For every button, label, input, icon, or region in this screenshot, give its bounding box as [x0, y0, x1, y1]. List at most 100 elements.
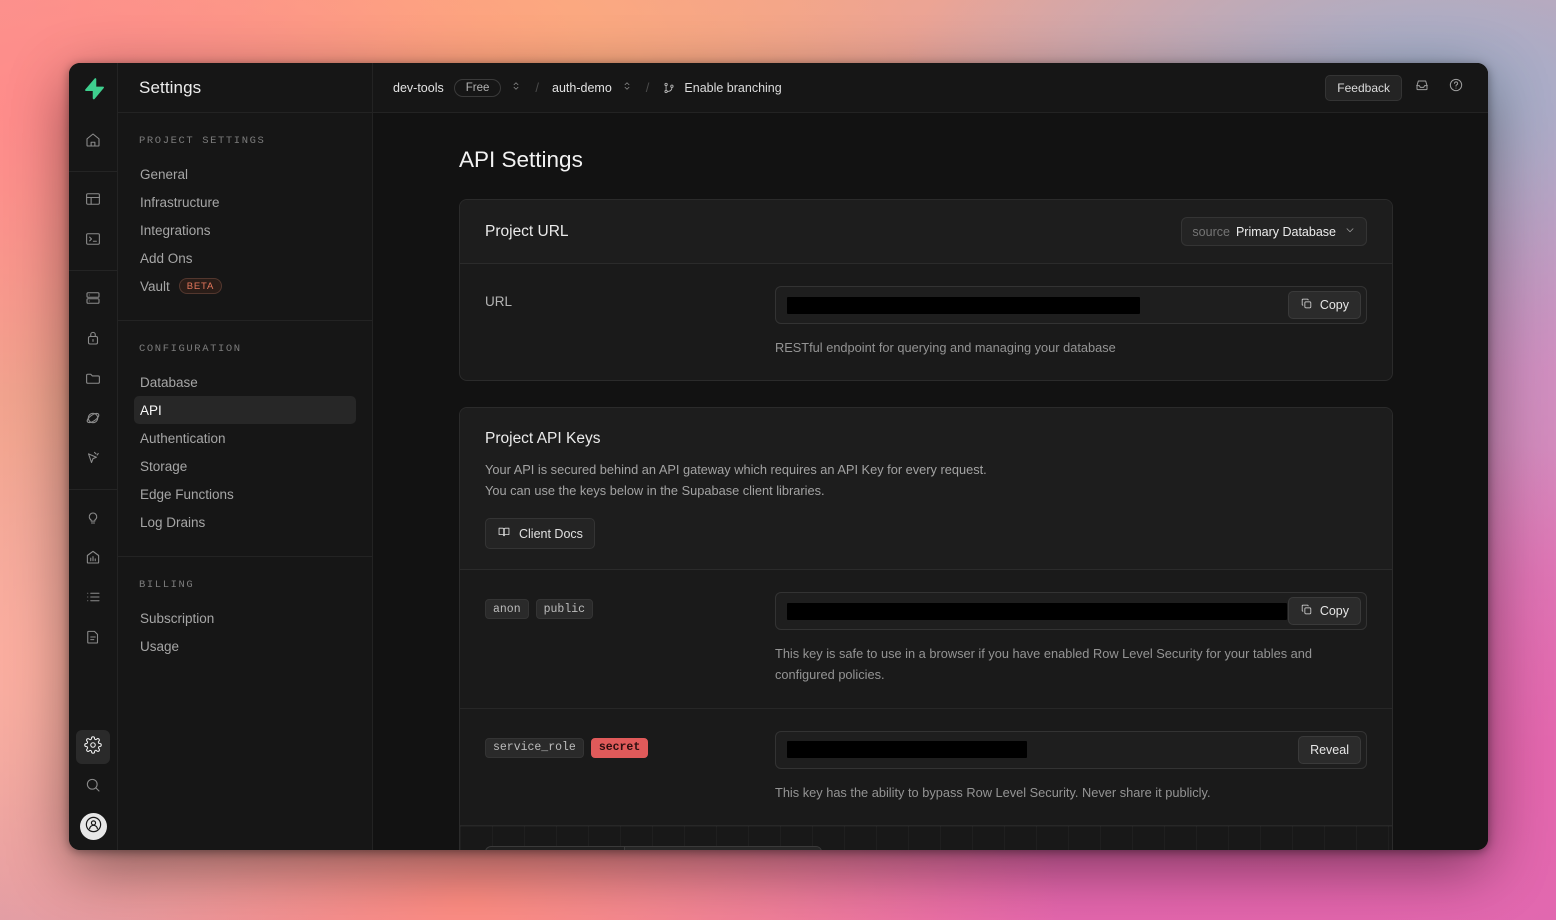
sidebar-item-log-drains[interactable]: Log Drains [134, 508, 356, 536]
sidebar-item-storage[interactable]: Storage [134, 452, 356, 480]
sidebar-item-label: Storage [140, 458, 188, 474]
tag-service-role: service_role [485, 737, 584, 758]
nav-section-billing: BILLING Subscription Usage [118, 556, 372, 680]
rail-reports[interactable] [76, 542, 110, 576]
table-editor-icon [84, 190, 102, 213]
anon-key-input[interactable]: Copy [775, 592, 1367, 631]
sidebar-item-infrastructure[interactable]: Infrastructure [134, 188, 356, 216]
copy-url-button[interactable]: Copy [1287, 291, 1361, 319]
sidebar-item-usage[interactable]: Usage [134, 632, 356, 660]
breadcrumb-separator-2: / [645, 80, 650, 95]
rail-settings[interactable] [76, 730, 110, 764]
rail-api-docs[interactable] [76, 622, 110, 656]
tag-secret: secret [590, 737, 649, 758]
tag-anon: anon [485, 599, 529, 620]
api-keys-description-line-1: Your API is secured behind an API gatewa… [485, 462, 987, 478]
advisors-lightbulb-icon [84, 508, 102, 531]
sidebar-item-integrations[interactable]: Integrations [134, 216, 356, 244]
plan-badge[interactable]: Free [453, 78, 502, 97]
rail-realtime[interactable] [76, 403, 110, 437]
enable-branching-button[interactable]: Enable branching [684, 81, 781, 95]
copy-icon [1300, 297, 1313, 313]
sidebar-item-label: Usage [140, 638, 180, 654]
copy-url-label: Copy [1319, 298, 1349, 312]
tag-group: service_role secret [485, 737, 775, 758]
client-docs-label: Client Docs [519, 526, 583, 541]
rail-advisors[interactable] [76, 502, 110, 536]
top-bar: dev-tools Free / auth-demo / Enable bran… [373, 63, 1488, 113]
app-window: Settings PROJECT SETTINGS General Infras… [69, 63, 1488, 850]
topbar-actions: Feedback [1325, 74, 1470, 102]
project-url-input[interactable]: Copy [775, 286, 1367, 324]
rail-authentication[interactable] [76, 323, 110, 357]
sidebar-item-authentication[interactable]: Authentication [134, 424, 356, 452]
reveal-service-role-label: Reveal [1310, 742, 1349, 757]
project-url-panel: Project URL source Primary Database URL [459, 199, 1393, 382]
rail-sql-editor[interactable] [76, 224, 110, 258]
service-role-key-row: service_role secret Reveal This key has … [460, 707, 1392, 825]
sidebar-item-label: Authentication [140, 430, 226, 446]
upcoming-change-chip-right: New API keys coming Q4 2024 [623, 846, 822, 850]
breadcrumb-organization[interactable]: dev-tools [393, 81, 444, 95]
project-url-row-body: Copy RESTful endpoint for querying and m… [775, 286, 1367, 358]
project-switcher[interactable] [621, 79, 633, 97]
copy-anon-key-button[interactable]: Copy [1287, 597, 1361, 626]
logs-list-icon [84, 588, 102, 611]
client-docs-button[interactable]: Client Docs [485, 518, 595, 550]
sidebar-item-subscription[interactable]: Subscription [134, 604, 356, 632]
rail-group-overview [69, 113, 117, 171]
project-url-helper: RESTful endpoint for querying and managi… [775, 340, 1116, 355]
url-label: URL [485, 294, 513, 309]
rail-logs[interactable] [76, 582, 110, 616]
page-title: API Settings [459, 147, 583, 172]
rail-edge-functions[interactable] [76, 443, 110, 477]
upcoming-change-chip: Upcoming change New API keys coming Q4 2… [485, 845, 823, 850]
source-select-label: source [1192, 224, 1230, 239]
nav-heading-configuration: CONFIGURATION [139, 343, 242, 355]
supabase-logo[interactable] [69, 63, 117, 113]
help-button[interactable] [1442, 74, 1470, 102]
api-keys-panel-header: Project API Keys Your API is secured beh… [460, 408, 1392, 571]
rail-storage[interactable] [76, 363, 110, 397]
reveal-service-role-button[interactable]: Reveal [1298, 735, 1361, 764]
sidebar-item-general[interactable]: General [134, 160, 356, 188]
sidebar-item-label: Infrastructure [140, 194, 220, 210]
sidebar-item-edge-functions[interactable]: Edge Functions [134, 480, 356, 508]
source-select[interactable]: source Primary Database [1181, 217, 1367, 246]
nav-heading-billing: BILLING [139, 579, 195, 591]
sidebar-item-add-ons[interactable]: Add Ons [134, 244, 356, 272]
content-scroll-area: API Settings Project URL source Primary … [373, 113, 1488, 850]
project-url-row-label: URL [485, 286, 775, 311]
nav-section-configuration: CONFIGURATION Database API Authenticatio… [118, 320, 372, 556]
help-circle-icon [1448, 77, 1464, 98]
breadcrumb-project[interactable]: auth-demo [552, 81, 612, 95]
upcoming-change-announcement: Upcoming change New API keys coming Q4 2… [460, 824, 1392, 850]
account-avatar-icon [84, 815, 103, 839]
tag-public: public [535, 599, 594, 620]
sidebar-item-database[interactable]: Database [134, 368, 356, 396]
service-role-key-input[interactable]: Reveal [775, 730, 1367, 769]
redacted-service-role-value [787, 741, 1027, 759]
notifications-inbox-button[interactable] [1408, 74, 1436, 102]
sidebar-item-api[interactable]: API [134, 396, 356, 424]
tag-group: anon public [485, 599, 775, 620]
redacted-anon-key-value [787, 602, 1287, 620]
storage-folder-icon [84, 369, 102, 392]
sidebar-item-label: Edge Functions [140, 486, 234, 502]
rail-home[interactable] [76, 125, 110, 159]
search-icon [84, 776, 102, 799]
rail-table-editor[interactable] [76, 184, 110, 218]
reports-chart-icon [84, 548, 102, 571]
branch-icon [662, 81, 676, 95]
page-title-sidebar: Settings [139, 77, 202, 97]
rail-account[interactable] [79, 813, 107, 840]
rail-database[interactable] [76, 283, 110, 317]
sidebar-item-vault[interactable]: Vault BETA [134, 272, 356, 300]
rail-search[interactable] [76, 770, 110, 804]
content-container: API Settings Project URL source Primary … [459, 147, 1393, 850]
feedback-button[interactable]: Feedback [1325, 74, 1402, 101]
project-url-title: Project URL [485, 222, 569, 240]
organization-switcher[interactable] [510, 79, 522, 97]
nav-heading-project-settings: PROJECT SETTINGS [139, 135, 266, 147]
vault-beta-badge: BETA [178, 278, 223, 294]
